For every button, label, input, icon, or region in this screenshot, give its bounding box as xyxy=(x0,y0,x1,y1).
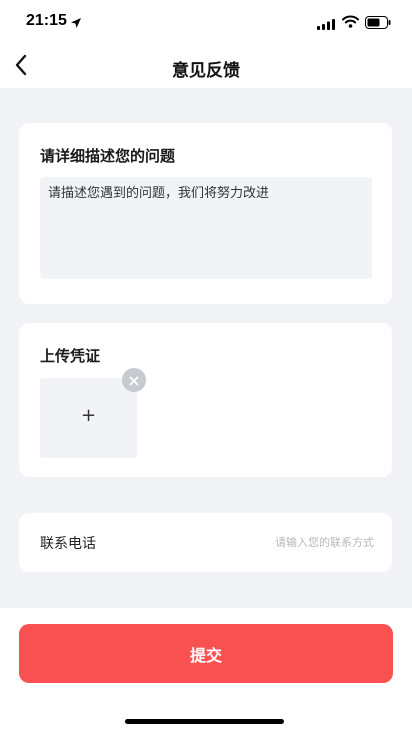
problem-description-input[interactable] xyxy=(40,177,372,279)
problem-description-card: 请详细描述您的问题 xyxy=(19,123,392,304)
close-icon xyxy=(129,371,139,390)
battery-icon xyxy=(365,14,391,33)
contact-phone-input[interactable] xyxy=(194,532,374,552)
plus-icon: + xyxy=(80,405,97,426)
location-arrow-icon xyxy=(70,14,82,33)
problem-description-heading: 请详细描述您的问题 xyxy=(40,147,176,165)
remove-image-button[interactable] xyxy=(122,368,146,392)
nav-bar: 意见反馈 xyxy=(0,44,412,88)
status-time: 21:15 xyxy=(26,12,67,29)
add-image-button[interactable]: + xyxy=(40,378,137,458)
upload-evidence-card: 上传凭证 + xyxy=(19,323,392,477)
home-indicator xyxy=(125,719,284,724)
footer: 提交 xyxy=(0,608,412,734)
signal-icon xyxy=(317,15,335,34)
page-title: 意见反馈 xyxy=(172,61,240,81)
content-area: 请详细描述您的问题 上传凭证 + 联系电话 xyxy=(0,88,412,608)
submit-button[interactable]: 提交 xyxy=(19,624,393,683)
contact-phone-card: 联系电话 xyxy=(19,513,392,572)
upload-evidence-heading: 上传凭证 xyxy=(40,347,101,365)
status-bar: 21:15 xyxy=(0,0,412,44)
wifi-icon xyxy=(342,13,359,32)
contact-phone-label: 联系电话 xyxy=(40,536,96,552)
